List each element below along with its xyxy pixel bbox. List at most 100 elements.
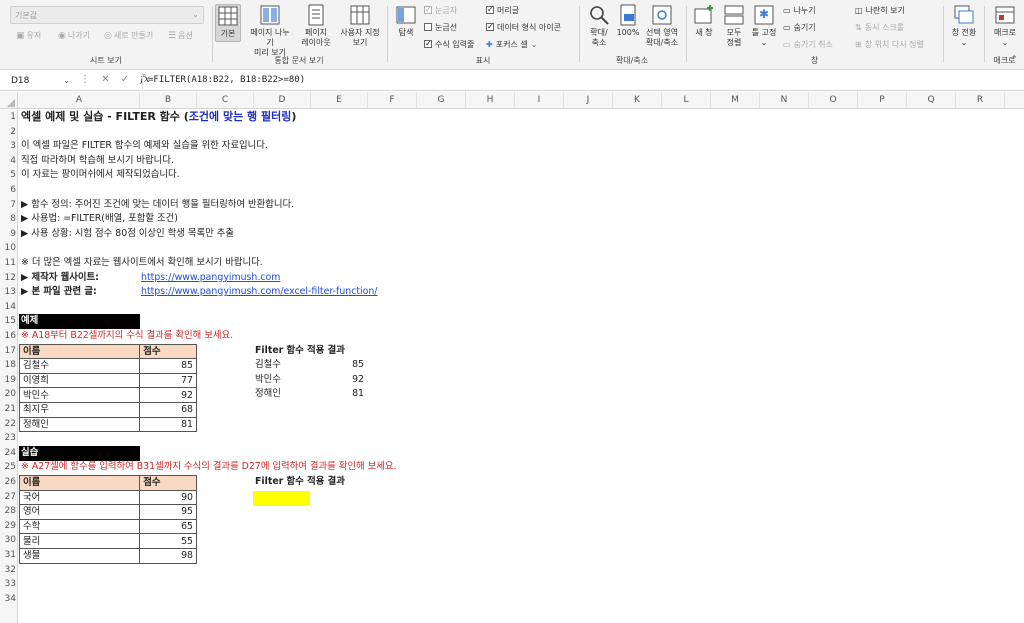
- row-header[interactable]: 15: [0, 314, 18, 329]
- headings-checkbox[interactable]: 머리글: [486, 4, 519, 17]
- split-button[interactable]: ▭ 나누기: [783, 5, 816, 17]
- row-header[interactable]: 2: [0, 125, 18, 140]
- collapse-ribbon-icon[interactable]: ⌃: [1010, 55, 1018, 65]
- name-cell[interactable]: 김철수: [19, 358, 141, 374]
- row-header[interactable]: 29: [0, 519, 18, 534]
- score-cell[interactable]: 77: [139, 372, 197, 389]
- subject-cell[interactable]: 수학: [19, 518, 141, 535]
- side-by-side-button[interactable]: ◫ 나란히 보기: [855, 5, 905, 17]
- row-header[interactable]: 20: [0, 387, 18, 402]
- reset-position-button[interactable]: ⊞ 창 위치 다시 정렬: [855, 39, 924, 51]
- result-score-cell[interactable]: 92: [311, 373, 367, 388]
- column-header[interactable]: A: [19, 92, 140, 109]
- formula-input[interactable]: =FILTER(A18:B22, B18:B22>=80): [148, 75, 305, 85]
- formula-bar-checkbox[interactable]: 수식 입력줄: [424, 38, 474, 51]
- score-cell[interactable]: 55: [139, 533, 197, 549]
- related-post-link[interactable]: https://www.pangyimush.com/excel-filter-…: [141, 285, 377, 300]
- normal-view-button[interactable]: 기본: [215, 4, 241, 42]
- row-header[interactable]: 26: [0, 475, 18, 490]
- score-cell[interactable]: 95: [139, 504, 197, 520]
- score-cell[interactable]: 65: [139, 518, 197, 535]
- header-score[interactable]: 점수: [139, 343, 197, 360]
- score-cell[interactable]: 92: [139, 387, 197, 403]
- new-view-button[interactable]: ◎ 새로 만들기: [104, 30, 153, 41]
- row-header[interactable]: 30: [0, 533, 18, 548]
- name-cell[interactable]: 이영희: [19, 372, 141, 389]
- row-header[interactable]: 32: [0, 563, 18, 578]
- navigation-button[interactable]: 탐색: [394, 4, 418, 38]
- worksheet[interactable]: 엑셀 예제 및 실습 - FILTER 함수 (조건에 맞는 행 필터링) 이 …: [19, 110, 1024, 623]
- column-header[interactable]: Q: [907, 92, 956, 109]
- row-header[interactable]: 5: [0, 168, 18, 183]
- row-header[interactable]: 6: [0, 183, 18, 198]
- column-header[interactable]: S: [1005, 92, 1024, 109]
- row-header[interactable]: 19: [0, 373, 18, 388]
- row-header[interactable]: 1: [0, 110, 18, 125]
- subject-cell[interactable]: 물리: [19, 533, 141, 549]
- name-cell[interactable]: 박민수: [19, 387, 141, 403]
- column-header[interactable]: M: [711, 92, 760, 109]
- column-header[interactable]: E: [311, 92, 368, 109]
- column-header[interactable]: C: [197, 92, 254, 109]
- header-name[interactable]: 이름: [19, 343, 141, 360]
- zoom-to-selection-button[interactable]: 선택 영역 확대/축소: [642, 4, 682, 48]
- data-format-icons-checkbox[interactable]: 데이터 형식 아이콘: [486, 21, 561, 34]
- result-score-cell[interactable]: 85: [311, 358, 367, 373]
- custom-views-button[interactable]: 사용자 지정 보기: [337, 4, 383, 48]
- gridlines-checkbox[interactable]: 눈금선: [424, 22, 457, 34]
- column-header[interactable]: J: [564, 92, 613, 109]
- score-cell[interactable]: 85: [139, 358, 197, 374]
- new-window-button[interactable]: 새 창: [691, 4, 717, 38]
- row-header[interactable]: 21: [0, 402, 18, 417]
- score-cell[interactable]: 81: [139, 416, 197, 433]
- row-header[interactable]: 8: [0, 212, 18, 227]
- subject-cell[interactable]: 생물: [19, 547, 141, 564]
- column-header[interactable]: G: [417, 92, 466, 109]
- row-header[interactable]: 10: [0, 241, 18, 256]
- subject-cell[interactable]: 영어: [19, 504, 141, 520]
- row-header[interactable]: 24: [0, 446, 18, 461]
- focus-cell-button[interactable]: ✚ 포커스 셀 ⌄: [486, 39, 537, 51]
- sync-scroll-button[interactable]: ⇅ 동시 스크롤: [855, 22, 904, 34]
- score-cell[interactable]: 98: [139, 547, 197, 564]
- row-header[interactable]: 33: [0, 577, 18, 592]
- freeze-panes-button[interactable]: ✱ 틀 고정⌄: [749, 4, 779, 48]
- cancel-icon[interactable]: ✕: [101, 74, 109, 85]
- sheet-view-dropdown[interactable]: 기본값 ⌄: [10, 6, 204, 24]
- keep-view-button[interactable]: ▣ 유지: [16, 30, 41, 41]
- row-header[interactable]: 16: [0, 329, 18, 344]
- row-header[interactable]: 9: [0, 227, 18, 242]
- row-header[interactable]: 11: [0, 256, 18, 271]
- page-break-preview-button[interactable]: 페이지 나누기 미리 보기: [247, 4, 293, 58]
- website-link[interactable]: https://www.pangyimush.com: [141, 271, 280, 286]
- column-header[interactable]: L: [662, 92, 711, 109]
- subject-cell[interactable]: 국어: [19, 489, 141, 506]
- column-header[interactable]: H: [466, 92, 515, 109]
- row-header[interactable]: 28: [0, 504, 18, 519]
- result-name-cell[interactable]: 정해인: [255, 387, 281, 402]
- exit-view-button[interactable]: ◉ 나가기: [58, 30, 90, 41]
- header-score[interactable]: 점수: [139, 475, 197, 491]
- unhide-button[interactable]: ▭ 숨기기 취소: [783, 39, 833, 51]
- row-header[interactable]: 25: [0, 460, 18, 475]
- page-layout-button[interactable]: 페이지 레이아웃: [299, 4, 333, 48]
- zoom-100-button[interactable]: 100%: [616, 4, 640, 38]
- result-name-cell[interactable]: 김철수: [255, 358, 281, 373]
- arrange-all-button[interactable]: 모두 정렬: [721, 4, 747, 48]
- view-options-button[interactable]: ☰ 옵션: [168, 30, 193, 41]
- column-header[interactable]: O: [809, 92, 858, 109]
- row-header[interactable]: 7: [0, 198, 18, 213]
- score-cell[interactable]: 90: [139, 489, 197, 506]
- column-header[interactable]: B: [140, 92, 197, 109]
- result-name-cell[interactable]: 박민수: [255, 373, 281, 388]
- column-header[interactable]: N: [760, 92, 809, 109]
- column-header[interactable]: R: [956, 92, 1005, 109]
- name-box[interactable]: D18 ⌄: [6, 73, 74, 89]
- enter-icon[interactable]: ✓: [121, 74, 129, 85]
- row-header[interactable]: 34: [0, 592, 18, 607]
- score-cell[interactable]: 68: [139, 401, 197, 418]
- row-header[interactable]: 31: [0, 548, 18, 563]
- select-all-button[interactable]: [0, 92, 18, 109]
- result-score-cell[interactable]: 81: [311, 387, 367, 402]
- row-header[interactable]: 22: [0, 417, 18, 432]
